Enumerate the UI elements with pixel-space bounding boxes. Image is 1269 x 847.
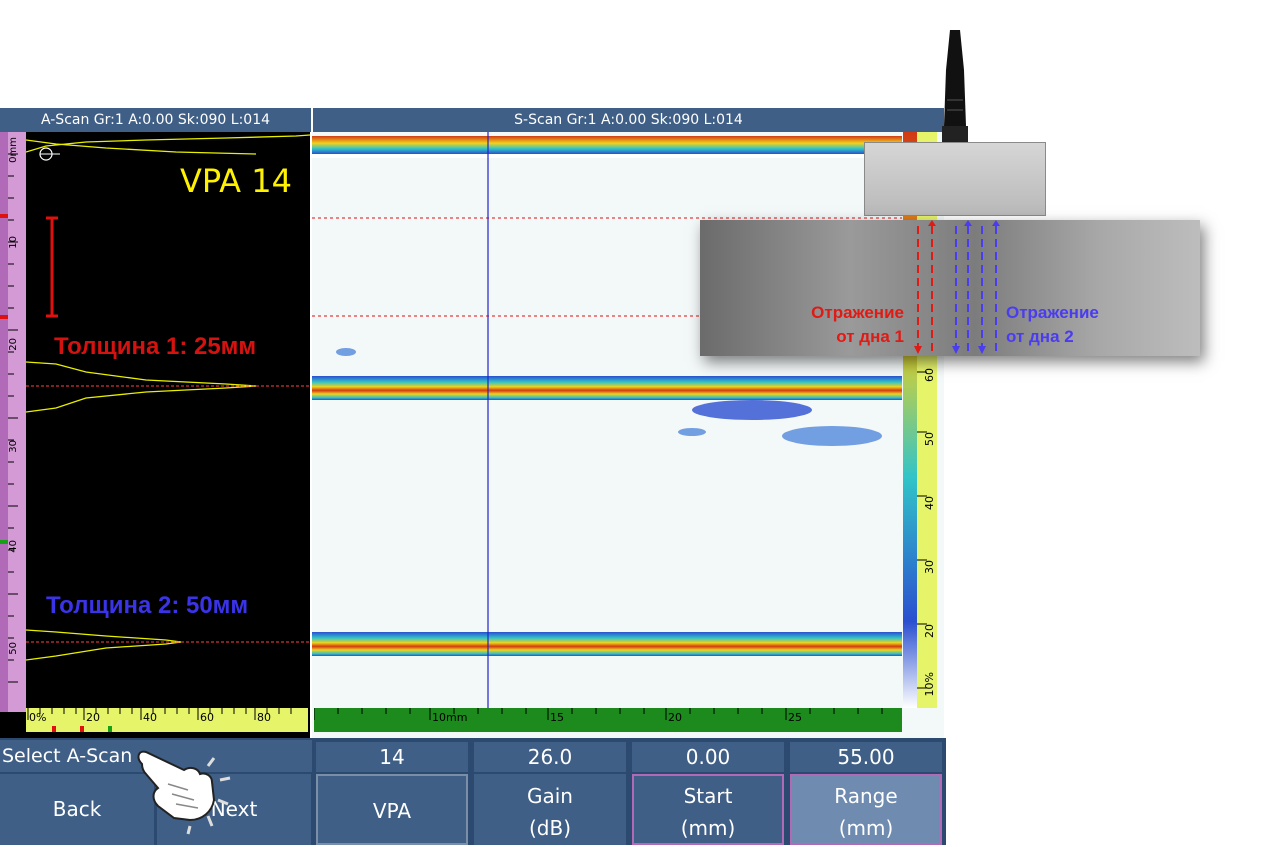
ascan-title-bar: A-Scan Gr:1 A:0.00 Sk:090 L:014 (0, 108, 311, 132)
range-unit: (mm) (838, 816, 894, 840)
reflection-1-label: Отражение от дна 1 (790, 301, 904, 349)
ascan-depth-ruler (0, 132, 26, 712)
vpa-button[interactable]: VPA (316, 774, 468, 845)
palette-tick-20: 20 (923, 624, 936, 638)
palette-tick-50: 50 (923, 432, 936, 446)
amp-tick-0: 0% (29, 711, 47, 724)
range-label: Range (834, 784, 898, 808)
probe-housing (864, 142, 1046, 216)
range-value-text: 55.00 (837, 745, 895, 769)
gain-value: 26.0 (474, 742, 626, 772)
start-label: Start (683, 784, 733, 808)
palette-tick-60: 60 (923, 368, 936, 382)
ascan-amplitude-ruler: 0% 20 40 60 80 (26, 708, 308, 732)
sscan-color-palette (903, 132, 917, 708)
amp-tick-80: 80 (257, 711, 271, 724)
depth-tick-40: 40 (8, 540, 19, 553)
amp-tick-20: 20 (86, 711, 100, 724)
gain-unit: (dB) (528, 816, 572, 840)
reflection-2-line2: от дна 2 (1006, 327, 1074, 346)
start-unit: (mm) (680, 816, 736, 840)
start-value: 0.00 (632, 742, 784, 772)
reflection-arrows (914, 220, 1000, 354)
palette-tick-30: 30 (923, 560, 936, 574)
reflection-2-label: Отражение от дна 2 (1006, 301, 1099, 349)
thickness-1-label: Толщина 1: 25мм (54, 333, 257, 360)
reflection-2-line1: Отражение (1006, 303, 1099, 322)
sscan-title-bar: S-Scan Gr:1 A:0.00 Sk:090 L:014 (313, 108, 944, 132)
range-button[interactable]: Range (mm) (790, 774, 942, 845)
sscan-amplitude-ruler: 60 50 40 30 20 10% (917, 132, 937, 708)
amp-tick-60: 60 (200, 711, 214, 724)
palette-tick-10: 10% (923, 672, 936, 697)
hint-text: Select A-Scan (2, 745, 133, 767)
ascan-waveform (26, 134, 310, 661)
depth-tick-30: 30 (8, 440, 19, 453)
vpa-value: 14 (316, 742, 468, 772)
thickness-2-label: Толщина 2: 50мм (46, 592, 249, 619)
index-tick-25: 25 (788, 711, 802, 724)
range-value: 55.00 (790, 742, 942, 772)
depth-tick-20: 20 (8, 338, 19, 351)
sscan-index-ruler: 10mm 15 20 25 (314, 708, 902, 732)
back-label: Back (52, 797, 102, 821)
probe-cable-icon (942, 30, 968, 142)
start-button[interactable]: Start (mm) (632, 774, 784, 845)
ascan-title: A-Scan Gr:1 A:0.00 Sk:090 L:014 (40, 112, 271, 128)
palette-tick-40: 40 (923, 496, 936, 510)
gain-button[interactable]: Gain (dB) (474, 774, 626, 845)
hand-pointer-icon (137, 750, 231, 835)
depth-tick-0: 0mm (8, 137, 19, 163)
start-value-text: 0.00 (685, 745, 731, 769)
amp-tick-40: 40 (143, 711, 157, 724)
index-tick-10: 10mm (432, 711, 468, 724)
reflection-1-line2: от дна 1 (836, 327, 904, 346)
reflection-1-line1: Отражение (811, 303, 904, 322)
index-tick-15: 15 (550, 711, 564, 724)
sscan-image (312, 132, 902, 708)
vpa-label: VPA (372, 799, 412, 823)
depth-tick-10: 10 (8, 236, 19, 249)
gain-value-text: 26.0 (527, 745, 573, 769)
vpa-value-text: 14 (379, 745, 405, 769)
depth-tick-50: 50 (8, 642, 19, 655)
gain-label: Gain (527, 784, 573, 808)
vpa-overlay-label: VPA 14 (180, 162, 292, 200)
sscan-title: S-Scan Gr:1 A:0.00 Sk:090 L:014 (514, 112, 743, 128)
index-tick-20: 20 (668, 711, 682, 724)
